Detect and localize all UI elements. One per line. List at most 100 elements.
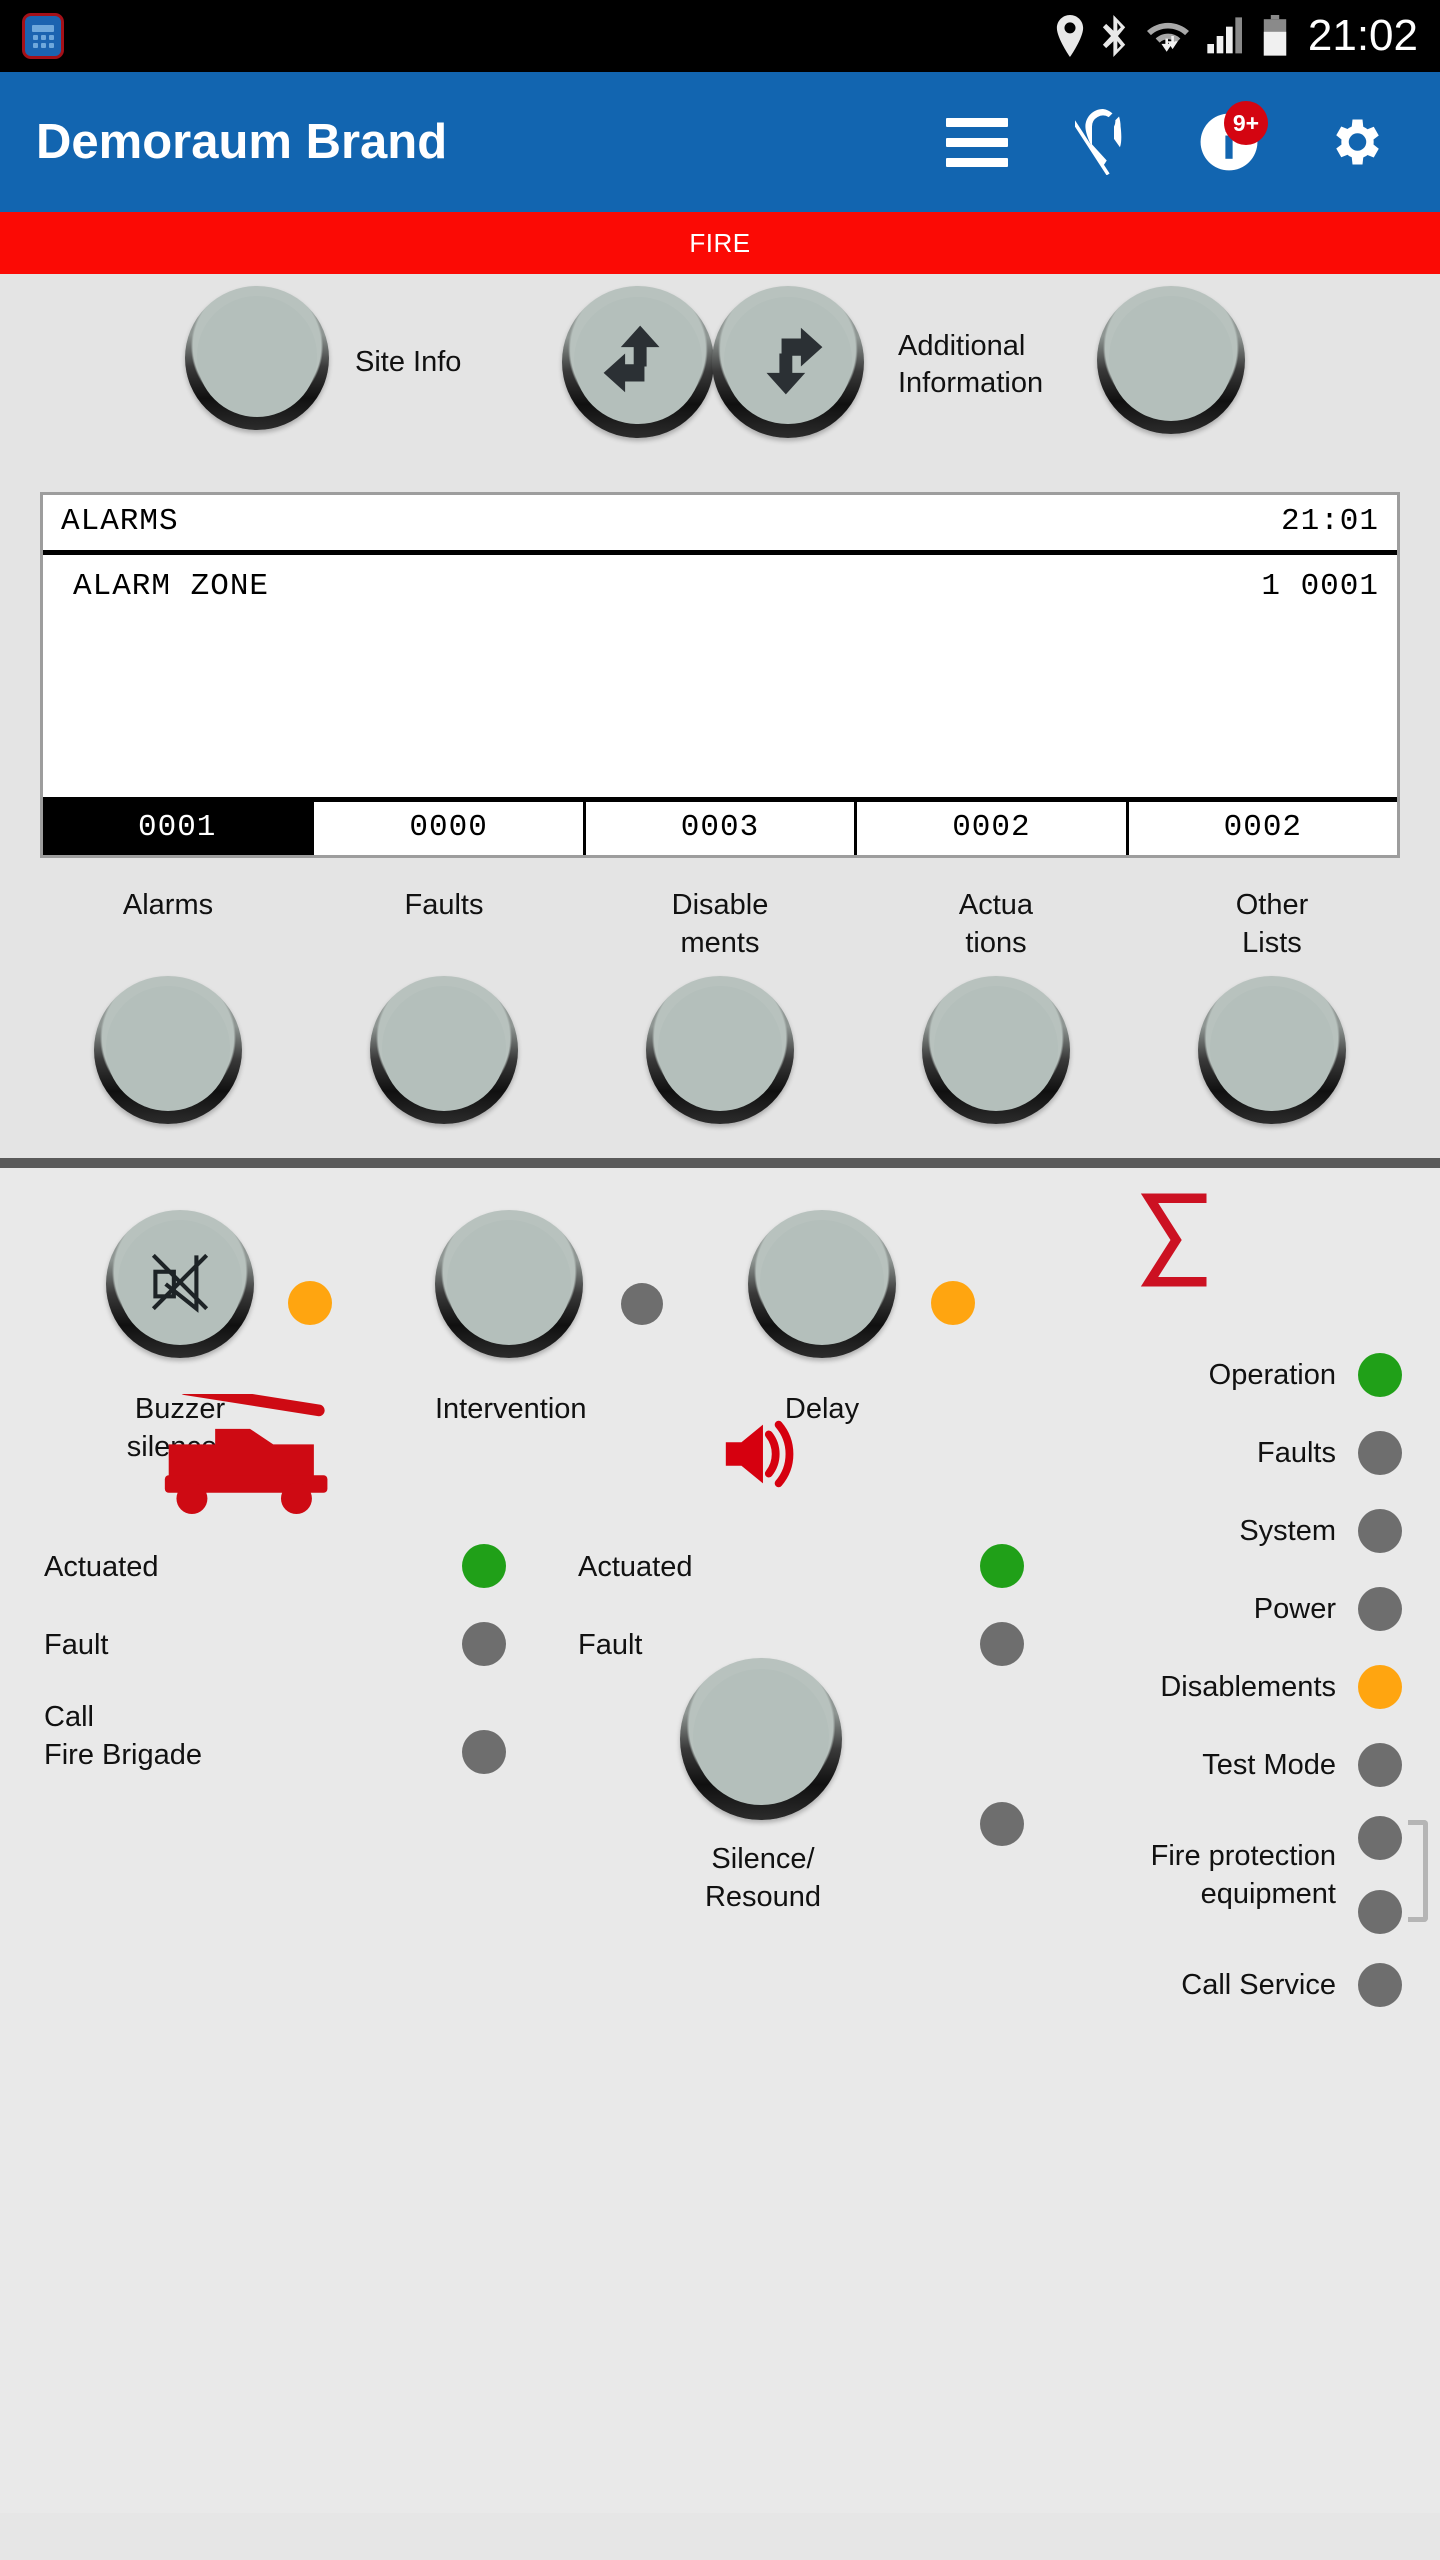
brigade-fault-led xyxy=(462,1622,506,1666)
app-icon-screen xyxy=(32,24,54,32)
list-button-label: Alarms xyxy=(122,889,214,921)
app-icon-keys xyxy=(32,34,54,48)
additional-information-label: Additional Information xyxy=(898,330,1044,400)
lcd-header: ALARMS 21:01 xyxy=(43,495,1397,555)
call-fire-brigade-led xyxy=(462,1730,506,1774)
location-icon xyxy=(1054,15,1086,57)
silence-resound-button[interactable] xyxy=(680,1658,842,1820)
sigma-icon xyxy=(1140,1192,1216,1293)
status-label-power: Power xyxy=(1253,1592,1336,1625)
status-led-operation xyxy=(1358,1353,1402,1397)
counter-faults[interactable]: 0000 xyxy=(314,802,586,855)
nav-previous-button[interactable] xyxy=(562,286,714,438)
list-button-other-lists[interactable]: Other Lists xyxy=(1134,886,1410,1124)
list-button-label: Other Lists xyxy=(1235,889,1309,960)
status-led-test-mode xyxy=(1358,1743,1402,1787)
hamburger-lines xyxy=(946,117,1008,167)
status-row-faults: Faults xyxy=(1000,1414,1402,1492)
lcd-row-text: ALARM ZONE xyxy=(73,569,270,604)
keypad-app-icon xyxy=(22,13,64,59)
list-buttons-row: Alarms Faults Disable ments Actua tions xyxy=(0,858,1440,1124)
fire-protection-bracket-icon xyxy=(1408,1820,1428,1922)
status-led-fire-protection-2 xyxy=(1358,1890,1402,1934)
buzzer-led xyxy=(288,1281,332,1325)
site-info-label: Site Info xyxy=(355,346,462,378)
list-button-faults[interactable]: Faults xyxy=(306,886,582,1124)
status-label-operation: Operation xyxy=(1208,1358,1336,1391)
page-title: Demoraum Brand xyxy=(36,115,448,169)
fire-truck-icon xyxy=(152,1383,348,1519)
status-row-fire-protection-equipment: Fire protection equipment xyxy=(1000,1804,1428,1946)
list-knob-disablements[interactable] xyxy=(646,976,794,1124)
hamburger-menu-icon[interactable] xyxy=(946,111,1008,173)
additional-information-button[interactable] xyxy=(1097,286,1245,434)
status-led-system xyxy=(1358,1509,1402,1553)
list-button-label: Actua tions xyxy=(958,889,1034,960)
status-indicator-panel: Operation Faults System Power Disablemen… xyxy=(1000,1336,1428,2024)
nav-next-icon xyxy=(745,317,831,408)
list-button-actuations[interactable]: Actua tions xyxy=(858,886,1134,1124)
intervention-label: Intervention xyxy=(435,1393,587,1425)
status-row-test-mode: Test Mode xyxy=(1000,1726,1402,1804)
status-bar-clock: 21:02 xyxy=(1307,11,1418,60)
info-badge: 9+ xyxy=(1224,101,1268,145)
battery-icon xyxy=(1262,15,1288,57)
list-button-label: Disable ments xyxy=(671,889,769,960)
counter-alarms[interactable]: 0001 xyxy=(43,802,315,855)
status-led-fire-protection-1 xyxy=(1358,1816,1402,1860)
lcd-display[interactable]: ALARMS 21:01 ALARM ZONE 1 0001 0001 0000… xyxy=(40,492,1400,858)
info-icon[interactable]: 9+ xyxy=(1198,101,1268,173)
status-led-disablements xyxy=(1358,1665,1402,1709)
speaker-loud-icon xyxy=(718,1408,804,1505)
status-label-disablements: Disablements xyxy=(1160,1670,1336,1703)
status-row-system: System xyxy=(1000,1492,1402,1570)
lcd-row-value: 1 0001 xyxy=(1261,569,1379,604)
brigade-actuated-label: Actuated xyxy=(44,1551,159,1583)
gear-icon[interactable] xyxy=(1324,111,1386,173)
counter-other-lists[interactable]: 0002 xyxy=(1128,802,1398,855)
intervention-button[interactable] xyxy=(435,1210,583,1358)
site-info-button[interactable] xyxy=(185,286,329,430)
delay-led xyxy=(931,1281,975,1325)
status-led-call-service xyxy=(1358,1963,1402,2007)
status-led-faults xyxy=(1358,1431,1402,1475)
list-knob-actuations[interactable] xyxy=(922,976,1070,1124)
panel-nav-row: Site Info Additional Information xyxy=(0,274,1440,484)
status-label-system: System xyxy=(1239,1514,1336,1547)
status-label-test-mode: Test Mode xyxy=(1202,1748,1336,1781)
nav-next-button[interactable] xyxy=(712,286,864,438)
lcd-row: ALARM ZONE 1 0001 xyxy=(73,569,1379,604)
app-bar: Demoraum Brand 9+ xyxy=(0,72,1440,212)
counter-actuations[interactable]: 0002 xyxy=(857,802,1129,855)
app-bar-actions: 9+ xyxy=(946,101,1404,175)
list-knob-other-lists[interactable] xyxy=(1198,976,1346,1124)
status-led-power xyxy=(1358,1587,1402,1631)
status-label-faults: Faults xyxy=(1257,1436,1336,1469)
status-label-fire-protection-equipment: Fire protection equipment xyxy=(1150,1839,1336,1910)
sounder-actuated-label: Actuated xyxy=(578,1551,693,1583)
lcd-title: ALARMS xyxy=(61,504,179,539)
wifi-icon xyxy=(1146,15,1190,57)
delay-button[interactable] xyxy=(748,1210,896,1358)
fire-panel: Site Info Additional Information ALARMS … xyxy=(0,274,1440,2513)
sounder-fault-label: Fault xyxy=(578,1629,643,1661)
android-status-bar: 21:02 xyxy=(0,0,1440,72)
call-fire-brigade-label: Call Fire Brigade xyxy=(44,1701,202,1772)
lcd-body: ALARM ZONE 1 0001 xyxy=(43,555,1397,797)
list-button-label: Faults xyxy=(404,889,484,921)
counter-disablements[interactable]: 0003 xyxy=(585,802,858,855)
nav-previous-icon xyxy=(595,317,681,408)
status-row-disablements: Disablements xyxy=(1000,1648,1402,1726)
lcd-counters: 0001 0000 0003 0002 0002 xyxy=(43,797,1398,855)
list-knob-alarms[interactable] xyxy=(94,976,242,1124)
brigade-fault-label: Fault xyxy=(44,1629,109,1661)
buzzer-silenced-button[interactable] xyxy=(106,1210,254,1358)
list-knob-faults[interactable] xyxy=(370,976,518,1124)
list-button-alarms[interactable]: Alarms xyxy=(30,886,306,1124)
list-button-disablements[interactable]: Disable ments xyxy=(582,886,858,1124)
speaker-muted-icon xyxy=(139,1241,221,1328)
section-divider xyxy=(0,1158,1440,1168)
brigade-actuated-led xyxy=(462,1544,506,1588)
location-off-icon[interactable] xyxy=(1072,109,1134,175)
bluetooth-icon xyxy=(1102,15,1130,57)
